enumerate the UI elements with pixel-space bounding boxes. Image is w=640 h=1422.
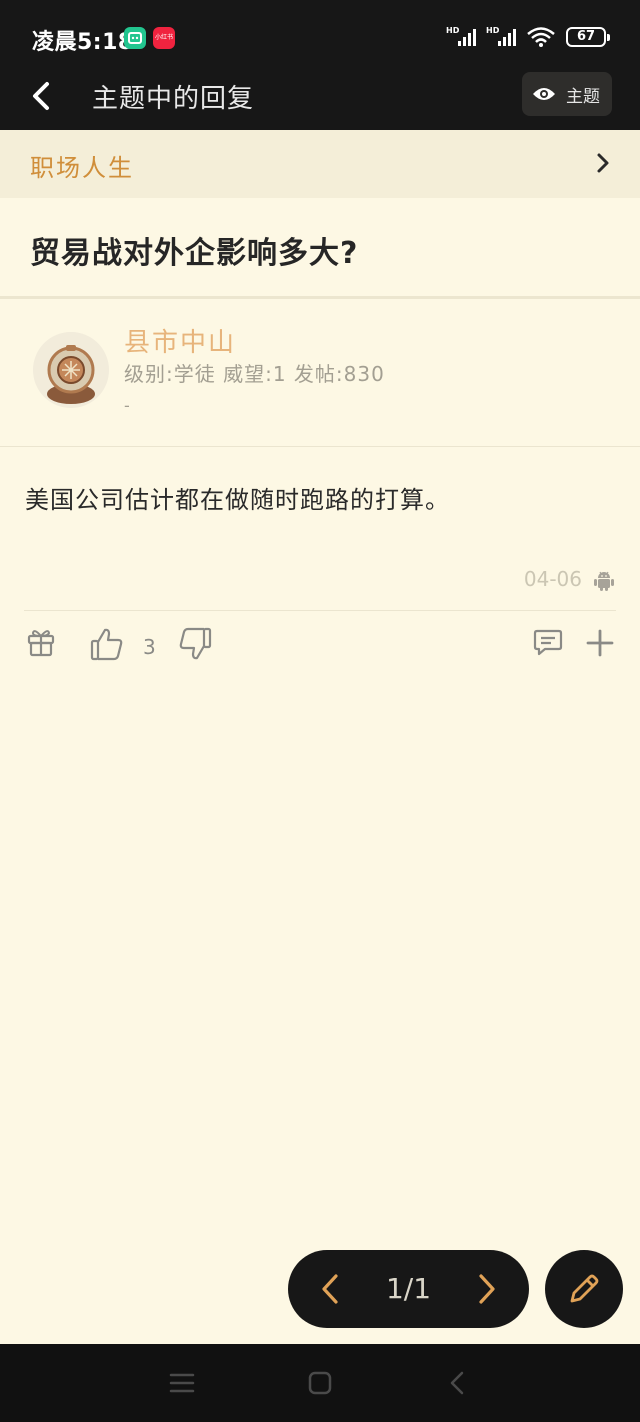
chevron-right-icon	[597, 153, 609, 173]
notification-app-icon	[124, 27, 146, 49]
compose-button[interactable]	[545, 1250, 623, 1328]
thumbs-down-icon[interactable]	[178, 626, 212, 662]
pencil-icon	[570, 1274, 599, 1303]
back-button[interactable]	[22, 76, 62, 116]
divider	[0, 446, 640, 447]
system-nav-bar	[0, 1344, 640, 1422]
like-count: 3	[143, 635, 156, 659]
status-time: 凌晨5:18	[32, 30, 134, 55]
next-page-button[interactable]	[467, 1270, 505, 1308]
gift-icon[interactable]	[26, 626, 56, 658]
svg-text:HD: HD	[486, 26, 500, 35]
cellular-signal-icon: HD	[446, 26, 476, 46]
theme-button-label: 主题	[566, 86, 600, 107]
thumbs-up-icon[interactable]	[90, 626, 124, 662]
author-name[interactable]: 县市中山	[124, 322, 236, 359]
android-icon	[594, 571, 614, 591]
eye-icon	[533, 88, 555, 100]
author-signature: -	[124, 396, 130, 415]
forum-name: 职场人生	[30, 154, 134, 182]
divider	[24, 610, 616, 611]
wifi-icon	[527, 27, 555, 47]
battery-indicator: 67	[566, 27, 610, 47]
home-icon[interactable]	[306, 1370, 334, 1396]
menu-icon[interactable]	[168, 1370, 196, 1396]
plus-icon[interactable]	[585, 626, 615, 658]
avatar[interactable]	[33, 332, 109, 408]
svg-text:HD: HD	[446, 26, 460, 35]
xiaohongshu-app-icon: 小红书	[153, 27, 175, 49]
status-icons: HD HD 67	[446, 24, 610, 50]
comment-icon[interactable]	[533, 626, 563, 658]
chevron-left-icon	[33, 82, 49, 110]
forum-link[interactable]: 职场人生	[0, 130, 640, 198]
cellular-signal-2-icon: HD	[486, 26, 516, 46]
diving-helmet-avatar-icon	[33, 332, 109, 408]
theme-button[interactable]: 主题	[522, 72, 612, 116]
chevron-right-icon	[479, 1274, 495, 1304]
app-header: 主题中的回复 主题	[0, 72, 640, 130]
post-date: 04-06	[523, 567, 582, 591]
status-bar: 凌晨5:18 小红书 HD HD 67	[0, 0, 640, 72]
back-nav-icon[interactable]	[444, 1370, 472, 1396]
page-title: 主题中的回复	[92, 84, 255, 114]
author-info: 级别:学徒 威望:1 发帖:830	[124, 362, 385, 386]
pagination-control: 1/1	[288, 1250, 529, 1328]
thread-title: 贸易战对外企影响多大?	[30, 236, 359, 271]
divider	[0, 296, 640, 299]
post-content: 美国公司估计都在做随时跑路的打算。	[25, 486, 450, 514]
